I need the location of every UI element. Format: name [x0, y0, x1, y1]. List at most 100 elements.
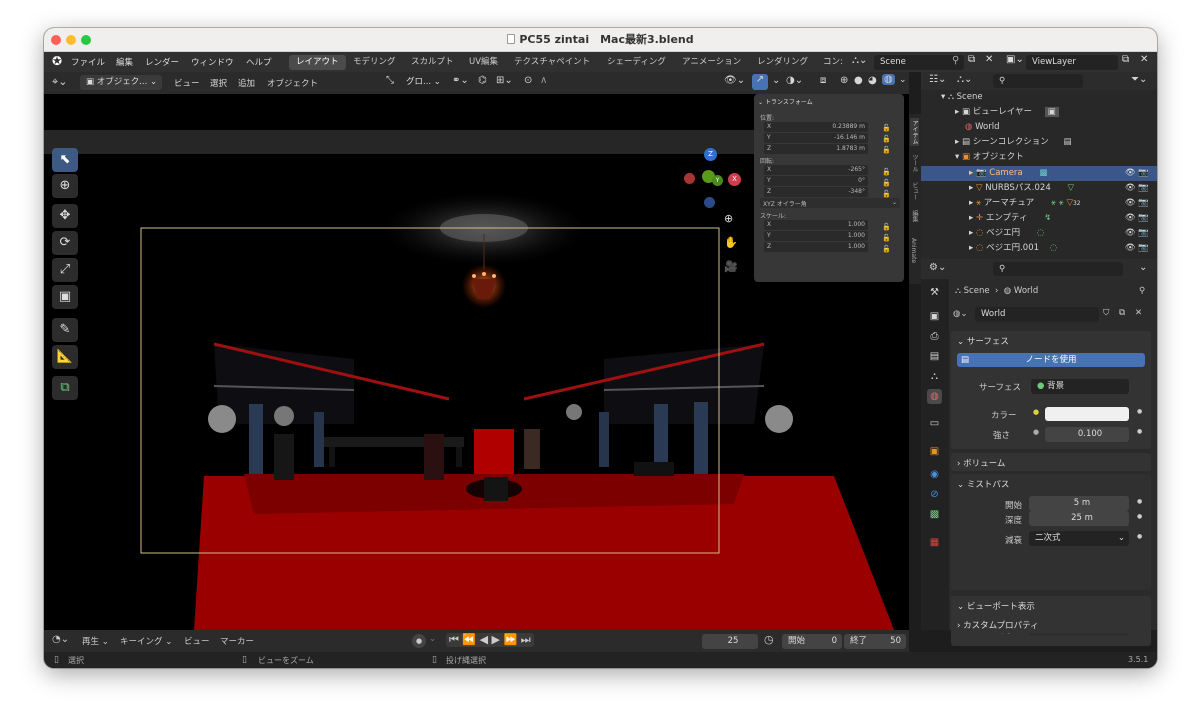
use-nodes-button[interactable]: ▤ ノードを使用: [957, 353, 1145, 367]
keyframe-dot-icon[interactable]: ●: [1137, 513, 1142, 520]
keyframe-dot-icon[interactable]: ●: [1137, 498, 1142, 505]
zoom-window-button[interactable]: [81, 35, 91, 45]
chevron-down-icon[interactable]: ▾: [941, 92, 945, 102]
rotation-z-field[interactable]: Z -348°: [764, 187, 868, 197]
xray-icon[interactable]: ⧈: [820, 75, 826, 86]
falloff-curve-icon[interactable]: ∧: [540, 75, 547, 86]
physics-tab-icon[interactable]: ◉: [927, 467, 942, 482]
outliner-row-scene[interactable]: ▾ ⛬ Scene: [921, 90, 1157, 105]
camera-view-icon[interactable]: 🎥: [724, 260, 738, 273]
data-tab-icon[interactable]: ▩: [927, 507, 942, 522]
tool-tab-icon[interactable]: ⚒: [927, 285, 942, 300]
mist-falloff-selector[interactable]: 二次式 ⌄: [1029, 531, 1129, 546]
filter-icon[interactable]: ⏷⌄: [1131, 74, 1147, 85]
menu-edit[interactable]: 編集: [116, 56, 133, 68]
visibility-icon[interactable]: 👁⌄: [724, 75, 745, 86]
menu-marker[interactable]: マーカー: [220, 635, 254, 647]
shading-dropdown-icon[interactable]: ⌄: [899, 75, 907, 85]
world-icon[interactable]: ◍⌄: [953, 309, 968, 319]
mist-start-field[interactable]: 5 m: [1029, 496, 1129, 511]
menu-render[interactable]: レンダー: [145, 56, 179, 68]
scene-tab-icon[interactable]: ⛬: [927, 369, 942, 384]
gizmo-y-axis[interactable]: Y: [712, 175, 723, 186]
unlink-world-icon[interactable]: ✕: [1135, 308, 1142, 318]
display-mode-icon[interactable]: ⛬⌄: [957, 74, 972, 85]
menu-file[interactable]: ファイル: [71, 56, 105, 68]
menu-view[interactable]: ビュー: [174, 77, 200, 89]
gizmo-neg-x-axis[interactable]: [684, 173, 695, 184]
menu-object[interactable]: オブジェクト: [267, 77, 318, 89]
surface-panel-header[interactable]: ⌄ サーフェス: [957, 335, 1009, 347]
delete-view-layer-icon[interactable]: ✕: [1140, 54, 1148, 65]
tab-tool[interactable]: ツール: [910, 154, 919, 172]
chevron-right-icon[interactable]: ▸: [969, 198, 973, 208]
chevron-right-icon[interactable]: ▸: [955, 107, 959, 117]
chevron-right-icon[interactable]: ▸: [969, 183, 973, 193]
tool-scale[interactable]: ⤢: [52, 258, 78, 282]
properties-options-icon[interactable]: ⌄: [1139, 262, 1147, 273]
constraint-icon[interactable]: ↯: [1044, 213, 1051, 223]
current-frame-field[interactable]: 25: [702, 634, 758, 649]
volume-panel-header[interactable]: › ボリューム: [957, 457, 1005, 469]
curve-data-icon[interactable]: ▽: [1067, 183, 1074, 193]
tab-texture-paint[interactable]: テクスチャペイント: [507, 55, 597, 70]
editor-type-icon[interactable]: ⌖⌄: [52, 75, 67, 89]
rotation-x-field[interactable]: X -265°: [764, 165, 868, 175]
tool-move[interactable]: ✥: [52, 204, 78, 228]
tab-compositing[interactable]: コン:: [816, 55, 850, 70]
transform-orientation-icon[interactable]: ⤡: [386, 75, 394, 86]
tool-measure[interactable]: 📐: [52, 345, 78, 369]
tool-rotate[interactable]: ⟳: [52, 231, 78, 255]
chevron-down-icon[interactable]: ▾: [955, 152, 959, 162]
playback-controls[interactable]: ⏮ ⏪ ◀ ▶ ⏩ ⏭: [446, 633, 534, 647]
view-layer-toggle-icon[interactable]: ▣: [1044, 107, 1059, 117]
new-view-layer-icon[interactable]: ⧉: [1122, 54, 1129, 65]
gizmo-z-axis[interactable]: Z: [704, 148, 717, 161]
close-window-button[interactable]: [51, 35, 61, 45]
visibility-icons[interactable]: 👁 📷: [1125, 226, 1149, 241]
pin-icon[interactable]: ⚲: [952, 55, 959, 66]
gizmo-dropdown-icon[interactable]: ⌄: [772, 75, 780, 86]
tool-select-box[interactable]: ⬉: [52, 148, 78, 172]
clock-icon[interactable]: ◷: [764, 633, 774, 646]
tool-annotate[interactable]: ✎: [52, 318, 78, 342]
tab-view[interactable]: ビュー: [910, 182, 919, 200]
tab-item[interactable]: アイテム: [910, 118, 919, 146]
visibility-icons[interactable]: 👁 📷: [1125, 181, 1149, 196]
blender-logo-icon[interactable]: ✪: [52, 54, 62, 68]
custom-properties-header[interactable]: › カスタムプロパティ: [957, 619, 1039, 631]
3d-viewport[interactable]: ⬉ ⊕ ✥ ⟳ ⤢ ▣ ✎ 📐 ⧉ Z Y X ⊕ ✋ 🎥 ⌄ トランスフォーム…: [44, 94, 909, 630]
chevron-right-icon[interactable]: ▸: [969, 168, 973, 178]
tab-animation[interactable]: アニメーション: [675, 55, 748, 70]
outliner-row-scene-collection[interactable]: ▸ ▤ シーンコレクション ▤: [921, 135, 1157, 150]
proportional-edit-icon[interactable]: ⊙: [524, 75, 532, 86]
shading-rendered-icon[interactable]: ◍: [882, 74, 895, 85]
color-socket-icon[interactable]: ●: [1033, 408, 1039, 416]
keying-set-icon[interactable]: ⌄: [429, 634, 436, 644]
orientation-selector[interactable]: グロ... ⌄: [400, 75, 446, 90]
camera-data-icon[interactable]: ▩: [1039, 168, 1047, 178]
pin-icon[interactable]: ⚲: [1139, 286, 1145, 296]
outliner-row-world[interactable]: ◍ World: [921, 120, 1157, 135]
menu-playback[interactable]: 再生 ⌄: [82, 635, 109, 647]
scale-x-field[interactable]: X 1.000: [764, 220, 868, 230]
outliner-row-armature[interactable]: ▸ ⚹ アーマチュア ⚹ ⚹ ▽32 👁 📷: [921, 196, 1157, 211]
timeline-type-icon[interactable]: ◔⌄: [52, 634, 69, 645]
tab-animate[interactable]: Animate: [910, 238, 917, 263]
frame-end-field[interactable]: 終了 50: [844, 634, 906, 649]
zoom-icon[interactable]: ⊕: [724, 212, 733, 225]
auto-keying-icon[interactable]: ●: [412, 634, 426, 648]
exclude-icon[interactable]: ▤: [1064, 137, 1072, 147]
texture-tab-icon[interactable]: ▦: [927, 535, 942, 550]
shading-solid-icon[interactable]: ●: [854, 75, 863, 86]
view-layer-selector[interactable]: ViewLayer: [1026, 55, 1118, 70]
keyframe-dot-icon[interactable]: ●: [1137, 428, 1142, 435]
collection-tab-icon[interactable]: ▭: [927, 416, 942, 431]
strength-socket-icon[interactable]: ●: [1033, 428, 1039, 436]
scale-y-field[interactable]: Y 1.000: [764, 231, 868, 241]
mist-panel-header[interactable]: ⌄ ミストパス: [957, 478, 1009, 490]
gizmo-neg-z-axis[interactable]: [704, 197, 715, 208]
outliner-type-icon[interactable]: ☷⌄: [929, 74, 946, 85]
mist-depth-field[interactable]: 25 m: [1029, 511, 1129, 526]
outliner-row-bezier-circle[interactable]: ▸ ◌ ベジエ円 ◌ 👁 📷: [921, 226, 1157, 241]
